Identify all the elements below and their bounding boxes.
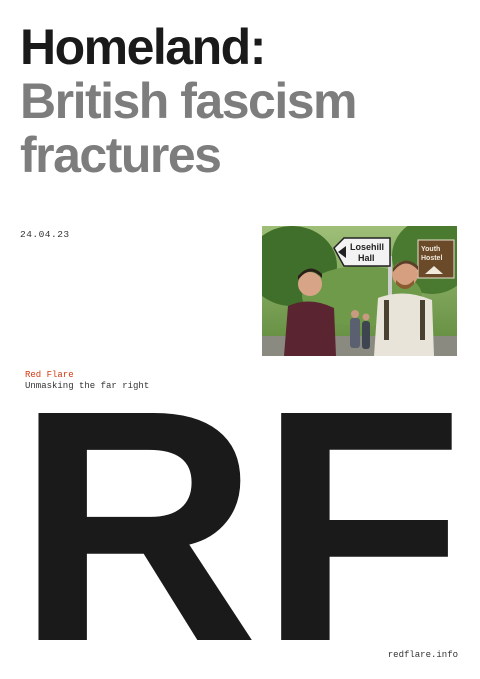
- brand-tagline: Unmasking the far right: [25, 381, 150, 391]
- sign-main-line-2: Hall: [358, 253, 375, 263]
- website-url: redflare.info: [387, 650, 458, 660]
- sign-secondary-line-2: Hostel: [421, 255, 442, 262]
- cover-photo-illustration: Losehill Hall Youth Hostel: [262, 226, 457, 356]
- brand-name: Red Flare: [25, 370, 74, 380]
- brand-block: Red Flare Unmasking the far right: [25, 370, 149, 392]
- publication-date: 24.04.23: [20, 229, 70, 240]
- headline-line-2: British fascism: [20, 73, 357, 129]
- headline: Homeland: British fascism fractures: [20, 20, 470, 182]
- rf-logo: RF: [22, 404, 458, 656]
- rf-logo-text: RF: [22, 404, 458, 656]
- headline-line-3: fractures: [20, 127, 222, 183]
- sign-main-line-1: Losehill: [350, 242, 384, 252]
- youth-hostel-sign: Youth Hostel: [417, 239, 455, 279]
- headline-line-1: Homeland:: [20, 19, 266, 75]
- cover-photo: Losehill Hall Youth Hostel: [262, 226, 457, 356]
- losehill-hall-sign: Losehill Hall: [333, 237, 391, 267]
- sign-secondary-line-1: Youth: [421, 246, 440, 253]
